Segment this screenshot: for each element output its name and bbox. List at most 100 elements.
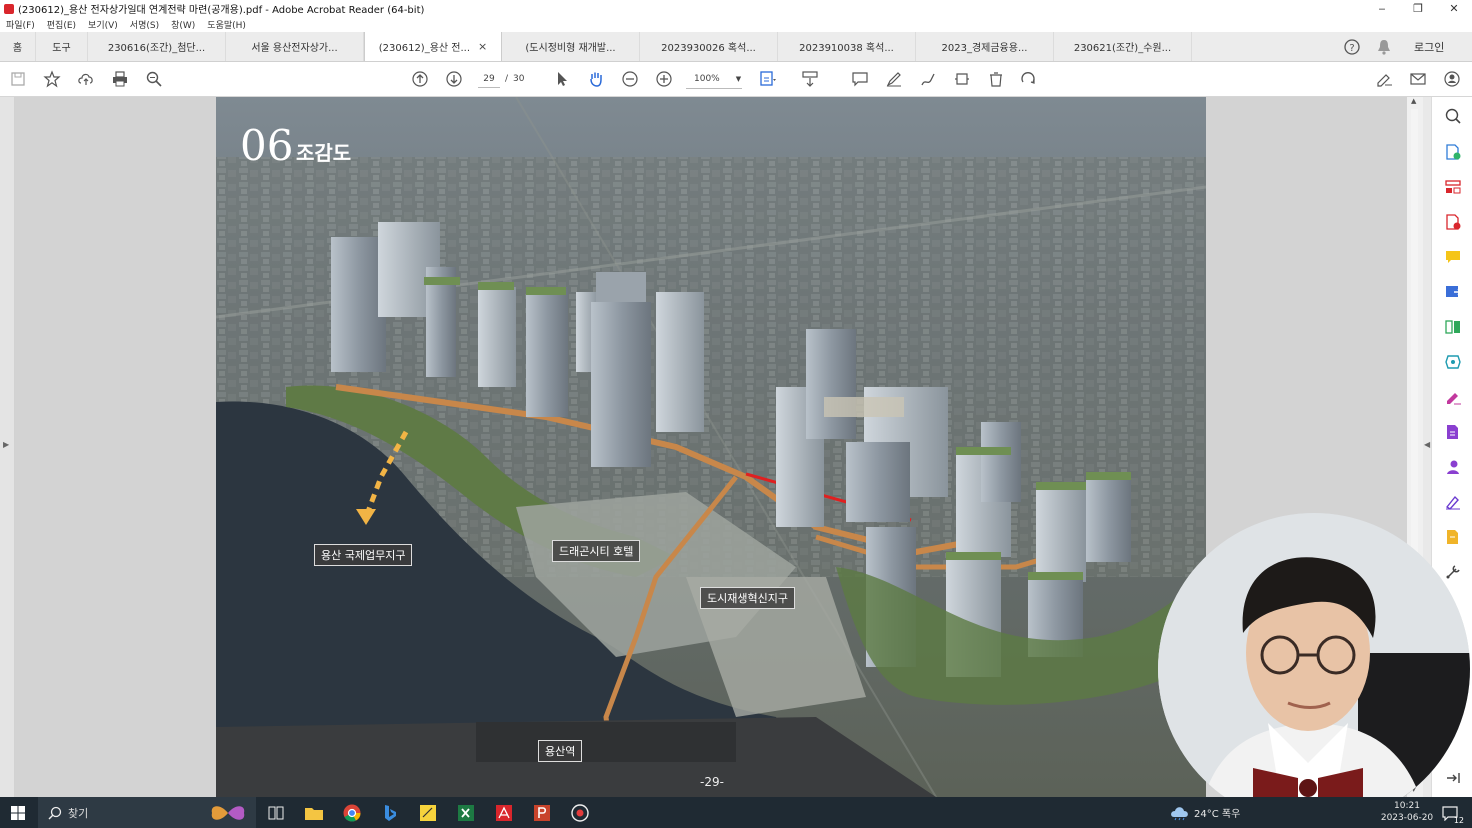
comment-icon[interactable] (850, 69, 870, 89)
tab-doc-active[interactable]: (230612)_용산 전... × (364, 32, 502, 61)
bookmark-star-icon[interactable] (42, 69, 62, 89)
taskbar-search-box[interactable]: 찾기 (38, 797, 256, 828)
protect-icon[interactable] (1444, 423, 1462, 441)
next-page-icon[interactable] (444, 69, 464, 89)
scroll-mode-icon[interactable] (800, 69, 820, 89)
highlight-pen-icon[interactable] (884, 69, 904, 89)
tab-tools[interactable]: 도구 (36, 32, 88, 61)
screen-recorder-icon[interactable] (570, 803, 590, 823)
tab-doc-label: 서울 용산전자상가... (251, 43, 338, 54)
presenter-video (1158, 513, 1470, 825)
comment-tool-icon[interactable] (1444, 248, 1462, 266)
hand-tool-icon[interactable] (586, 69, 606, 89)
organize-pages-icon[interactable] (1444, 178, 1462, 196)
search-icon[interactable] (144, 69, 164, 89)
more-tools-icon[interactable] (1444, 563, 1462, 581)
tab-doc-label: (도시정비형 재개발... (525, 43, 616, 54)
menu-bar: 파일(F) 편집(E) 보기(V) 서명(S) 창(W) 도움말(H) (0, 17, 1472, 32)
zoom-out-icon[interactable] (620, 69, 640, 89)
menu-view[interactable]: 보기(V) (88, 18, 118, 31)
tab-doc-4[interactable]: (도시정비형 재개발... (502, 32, 640, 61)
menu-sign[interactable]: 서명(S) (130, 18, 159, 31)
tab-doc-2[interactable]: 서울 용산전자상가... (226, 32, 364, 61)
task-view-icon[interactable] (266, 803, 286, 823)
cloud-upload-icon[interactable] (76, 69, 96, 89)
fill-sign-icon[interactable] (1374, 69, 1394, 89)
export-pdf-icon[interactable] (1444, 213, 1462, 231)
tab-doc-label: 2023910038 혹석... (799, 43, 894, 54)
tab-doc-label: 2023930026 혹석... (661, 43, 756, 54)
powerpoint-icon[interactable] (532, 803, 552, 823)
acrobat-taskbar-icon[interactable] (494, 803, 514, 823)
print-icon[interactable] (110, 69, 130, 89)
tab-doc-7[interactable]: 2023_경제금융용... (916, 32, 1054, 61)
close-window-button[interactable]: ✕ (1436, 0, 1472, 17)
edit-pdf-icon[interactable] (1444, 528, 1462, 546)
label-urban-regen: 도시재생혁신지구 (700, 587, 795, 609)
excel-icon[interactable] (456, 803, 476, 823)
sticky-notes-icon[interactable] (418, 803, 438, 823)
share-user-icon[interactable] (1442, 69, 1462, 89)
fit-page-icon[interactable] (758, 69, 778, 89)
page-separator: / (505, 74, 509, 84)
weather-cloud-icon (1170, 805, 1190, 821)
collapse-right-pane-icon[interactable] (1444, 769, 1462, 787)
send-file-icon[interactable] (1444, 283, 1462, 301)
notification-center-icon[interactable]: 12 (1440, 803, 1464, 825)
zoom-search-icon[interactable] (1444, 107, 1462, 125)
window-controls: ‒ ❐ ✕ (1364, 0, 1472, 17)
clock-time: 10:21 (1394, 801, 1420, 811)
create-pdf-icon[interactable] (1444, 143, 1462, 161)
weather-widget[interactable]: 24°C 폭우 (1170, 797, 1240, 828)
select-cursor-icon[interactable] (552, 69, 572, 89)
menu-help[interactable]: 도움말(H) (207, 18, 246, 31)
webcam-overlay (1158, 513, 1470, 825)
butterfly-highlight-icon (204, 801, 252, 825)
page-number-input[interactable]: 29 (478, 71, 500, 88)
help-icon[interactable]: ? (1342, 37, 1362, 57)
zoom-in-icon[interactable] (654, 69, 674, 89)
minimize-button[interactable]: ‒ (1364, 0, 1400, 17)
svg-text:?: ? (1349, 43, 1354, 54)
tab-home[interactable]: 홈 (0, 32, 36, 61)
compare-files-icon[interactable] (1444, 318, 1462, 336)
rotate-icon[interactable] (1018, 69, 1038, 89)
email-icon[interactable] (1408, 69, 1428, 89)
file-explorer-icon[interactable] (304, 803, 324, 823)
delete-icon[interactable] (986, 69, 1006, 89)
menu-file[interactable]: 파일(F) (6, 18, 35, 31)
draw-icon[interactable] (918, 69, 938, 89)
certificates-icon[interactable] (1444, 493, 1462, 511)
notification-bell-icon[interactable] (1374, 37, 1394, 57)
left-nav-pane[interactable]: ▶ (0, 97, 15, 797)
tab-doc-1[interactable]: 230616(조간)_첨단... (88, 32, 226, 61)
scan-ocr-icon[interactable] (1444, 353, 1462, 371)
zoom-select[interactable]: 100% ▼ (686, 70, 742, 89)
expand-left-pane-icon[interactable]: ▶ (3, 440, 9, 449)
collapse-tools-pane-icon[interactable]: ◀ (1424, 440, 1430, 449)
tab-doc-5[interactable]: 2023930026 혹석... (640, 32, 778, 61)
system-clock[interactable]: 10:21 2023-06-20 (1376, 800, 1438, 826)
maximize-button[interactable]: ❐ (1400, 0, 1436, 17)
fill-sign-tool-icon[interactable] (1444, 388, 1462, 406)
scroll-up-icon[interactable]: ▲ (1411, 97, 1416, 105)
tab-doc-6[interactable]: 2023910038 혹석... (778, 32, 916, 61)
stamp-icon[interactable] (952, 69, 972, 89)
chevron-down-icon: ▼ (735, 75, 742, 83)
request-signature-icon[interactable] (1444, 458, 1462, 476)
label-dragon-hotel: 드래곤시티 호텔 (552, 540, 641, 562)
bing-icon[interactable] (380, 803, 400, 823)
windows-taskbar: 찾기 24°C 폭우 10:21 2023-06-20 12 (0, 797, 1472, 828)
windows-start-icon[interactable] (8, 803, 28, 823)
tab-doc-8[interactable]: 230621(조간)_수원... (1054, 32, 1192, 61)
login-link[interactable]: 로그인 (1414, 39, 1444, 55)
chrome-icon[interactable] (342, 803, 362, 823)
close-tab-icon[interactable]: × (478, 40, 487, 53)
menu-window[interactable]: 창(W) (171, 18, 195, 31)
menu-edit[interactable]: 편집(E) (47, 18, 76, 31)
slide-title: 조감도 (296, 141, 352, 165)
tab-bar: 홈 도구 230616(조간)_첨단... 서울 용산전자상가... (2306… (0, 32, 1472, 62)
prev-page-icon[interactable] (410, 69, 430, 89)
save-icon[interactable] (8, 69, 28, 89)
tab-doc-label: 230616(조간)_첨단... (107, 43, 206, 54)
